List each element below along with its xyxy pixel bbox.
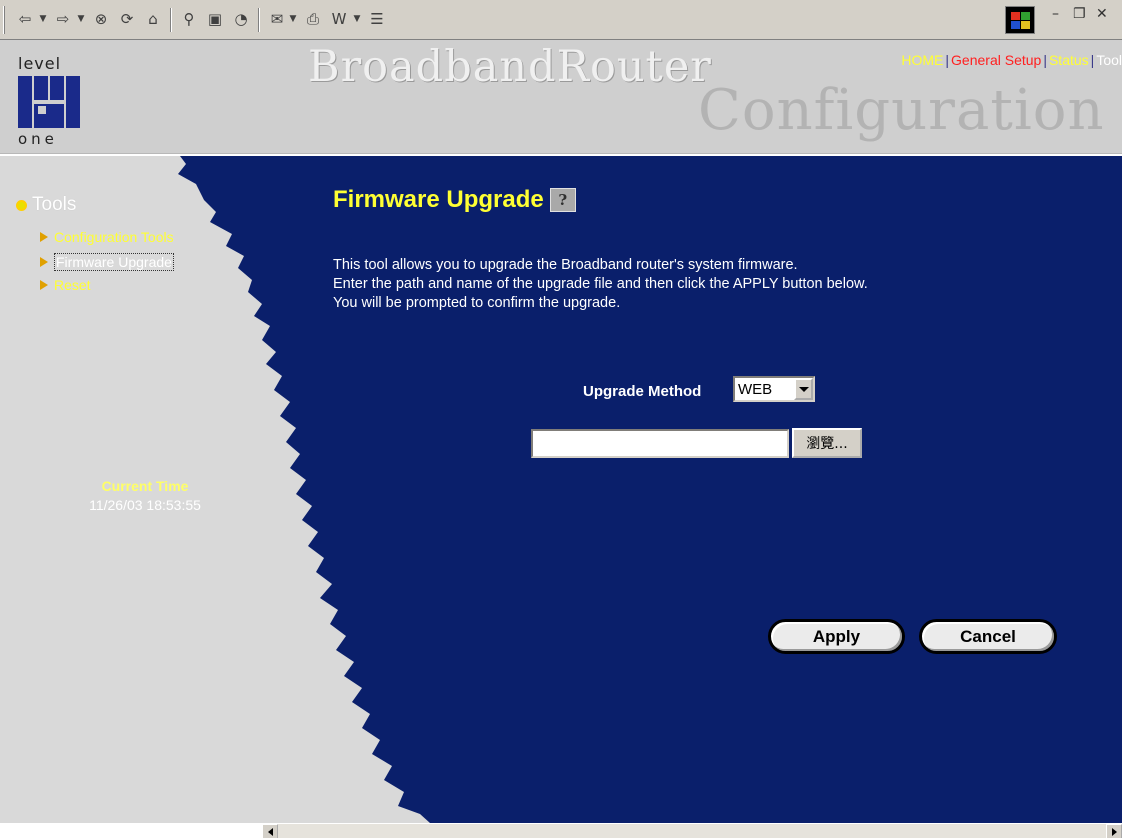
- browse-button[interactable]: 瀏覽...: [792, 428, 862, 458]
- minimize-icon[interactable]: –: [1052, 6, 1059, 22]
- mail-dropdown-icon[interactable]: ▼: [288, 9, 298, 29]
- close-icon[interactable]: ✕: [1096, 6, 1108, 22]
- sidebar-item-firmware-upgrade[interactable]: Firmware Upgrade: [40, 253, 174, 271]
- toolbar-grip: [3, 6, 5, 34]
- upgrade-method-label: Upgrade Method: [583, 383, 702, 400]
- bottom-left-area: [0, 823, 262, 838]
- sidebar-item-reset[interactable]: Reset: [40, 277, 91, 293]
- main-content: Tools Configuration Tools Firmware Upgra…: [0, 156, 1122, 823]
- discuss-icon[interactable]: ☰: [366, 8, 388, 30]
- scroll-right-icon[interactable]: [1106, 824, 1122, 838]
- mail-icon[interactable]: ✉: [266, 8, 288, 30]
- current-time-value: 11/26/03 18:53:55: [89, 497, 201, 513]
- arrow-right-icon: [40, 232, 48, 242]
- arrow-right-icon: [40, 257, 48, 267]
- current-time-label: Current Time: [101, 478, 189, 494]
- top-navigation: HOME | General Setup | Status | Tool: [901, 52, 1122, 68]
- nav-general-setup[interactable]: General Setup: [951, 52, 1041, 68]
- refresh-icon[interactable]: ⟳: [116, 8, 138, 30]
- forward-icon[interactable]: ⇨: [52, 8, 74, 30]
- browser-toolbar: ⇦ ▼ ⇨ ▼ ⊗ ⟳ ⌂ ⚲ ▣ ◔ ✉ ▼ ⎙ W ▼ ☰ – ❐ ✕: [0, 0, 1122, 40]
- arrow-right-icon: [40, 280, 48, 290]
- upgrade-method-select[interactable]: WEB: [733, 376, 815, 402]
- brand-subtitle: Configuration: [698, 78, 1105, 143]
- bullet-circle-icon: [16, 199, 27, 211]
- edit-icon[interactable]: W: [328, 8, 350, 30]
- search-icon[interactable]: ⚲: [178, 8, 200, 30]
- page-description: This tool allows you to upgrade the Broa…: [333, 257, 868, 311]
- forward-dropdown-icon[interactable]: ▼: [76, 9, 86, 29]
- levelone-logo: level one: [8, 42, 90, 150]
- toolbar-separator: [170, 8, 172, 32]
- nav-status[interactable]: Status: [1049, 52, 1089, 68]
- horizontal-scrollbar[interactable]: [262, 823, 1122, 838]
- history-icon[interactable]: ◔: [230, 8, 252, 30]
- home-icon[interactable]: ⌂: [142, 8, 164, 30]
- brand-title: BroadbandRouter: [308, 42, 712, 92]
- help-icon[interactable]: ?: [549, 188, 576, 212]
- nav-home[interactable]: HOME: [901, 52, 943, 68]
- page-title: Firmware Upgrade ?: [333, 186, 576, 214]
- header-banner: level one Configuration BroadbandRouter …: [0, 40, 1122, 154]
- firmware-file-input[interactable]: [531, 429, 789, 458]
- print-icon[interactable]: ⎙: [302, 8, 324, 30]
- windows-logo-icon: [1005, 6, 1035, 34]
- back-icon[interactable]: ⇦: [14, 8, 36, 30]
- edit-dropdown-icon[interactable]: ▼: [352, 9, 362, 29]
- nav-tool[interactable]: Tool: [1096, 52, 1122, 68]
- toolbar-separator: [258, 8, 260, 32]
- sidebar-item-configuration-tools[interactable]: Configuration Tools: [40, 229, 174, 245]
- chevron-down-icon[interactable]: [794, 378, 813, 400]
- sidebar-section-title: Tools: [16, 194, 76, 216]
- scroll-left-icon[interactable]: [262, 824, 278, 838]
- back-dropdown-icon[interactable]: ▼: [38, 9, 48, 29]
- restore-icon[interactable]: ❐: [1073, 6, 1086, 22]
- favorites-icon[interactable]: ▣: [204, 8, 226, 30]
- apply-button[interactable]: Apply: [768, 619, 905, 654]
- stop-icon[interactable]: ⊗: [90, 8, 112, 30]
- logo-mark-icon: [18, 76, 80, 128]
- cancel-button[interactable]: Cancel: [919, 619, 1057, 654]
